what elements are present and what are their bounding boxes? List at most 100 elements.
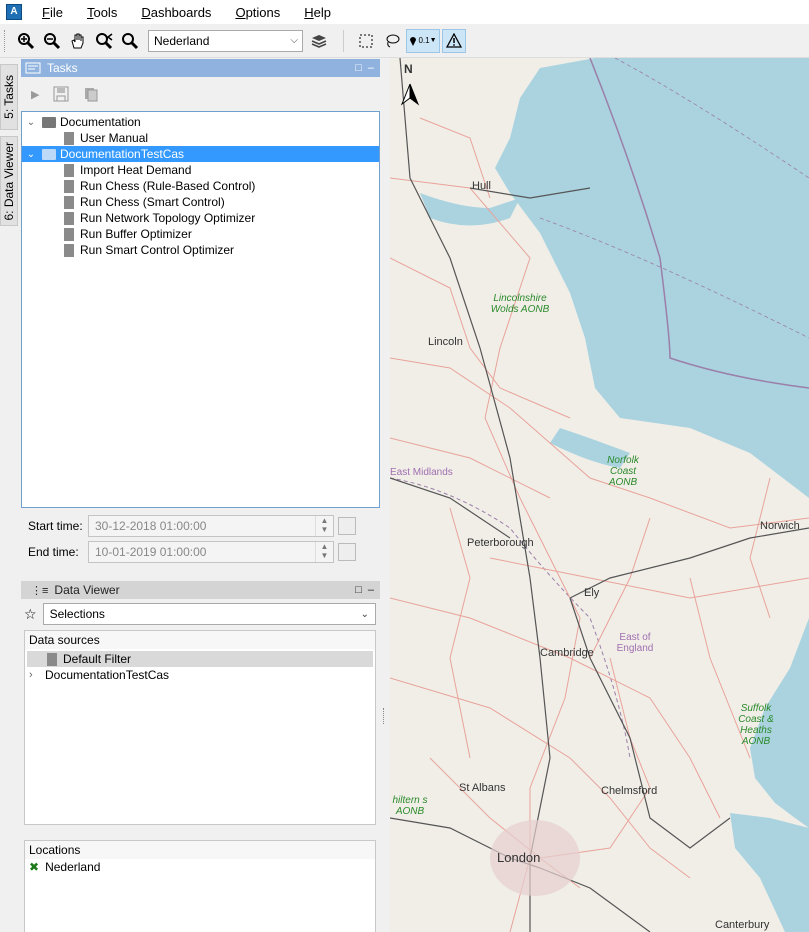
tree-row-task[interactable]: Import Heat Demand bbox=[22, 162, 379, 178]
end-time-value: 10-01-2019 01:00:00 bbox=[95, 545, 207, 559]
data-viewer-header: ⋮≡ Data Viewer □ – bbox=[21, 581, 380, 599]
selection-dropdown[interactable]: Selections ⌄ bbox=[42, 603, 376, 625]
chevron-right-icon[interactable]: › bbox=[29, 669, 45, 681]
panel-splitter[interactable] bbox=[380, 58, 390, 932]
pin-scale-button[interactable]: 0.1 ▼ bbox=[406, 28, 440, 53]
data-source-default-filter[interactable]: Default Filter bbox=[27, 651, 373, 667]
zoom-in-icon[interactable] bbox=[14, 29, 38, 53]
data-source-label: Default Filter bbox=[63, 652, 132, 666]
map-label-cambridge: Cambridge bbox=[540, 647, 594, 659]
maximize-icon[interactable]: □ bbox=[355, 584, 362, 596]
map-label-east-of-england: East of England bbox=[616, 632, 654, 654]
tree-label: Run Network Topology Optimizer bbox=[80, 211, 256, 225]
copy-icon[interactable] bbox=[83, 86, 99, 102]
tasks-toolbar: ▶ bbox=[21, 79, 380, 109]
document-icon bbox=[64, 179, 74, 193]
locations-title: Locations bbox=[25, 841, 375, 859]
zoom-next-icon[interactable] bbox=[118, 29, 142, 53]
folder-icon bbox=[42, 148, 56, 160]
start-time-field[interactable]: 30-12-2018 01:00:00 ▲ ▼ bbox=[88, 515, 334, 537]
tree-row-task[interactable]: Run Smart Control Optimizer bbox=[22, 242, 379, 258]
folder-icon bbox=[42, 116, 56, 128]
map-label-lincolnshire-wolds: Lincolnshire Wolds AONB bbox=[490, 293, 550, 315]
chevron-down-icon[interactable]: ⌄ bbox=[26, 117, 36, 128]
tree-row-task[interactable]: Run Buffer Optimizer bbox=[22, 226, 379, 242]
tree-label: Run Chess (Rule-Based Control) bbox=[80, 179, 256, 193]
locations-box: Locations ✖ Nederland bbox=[24, 840, 376, 932]
map-label-ely: Ely bbox=[584, 587, 600, 599]
lasso-select-icon[interactable] bbox=[380, 29, 404, 53]
end-time-spinner[interactable]: ▲ ▼ bbox=[315, 542, 333, 562]
tree-row-task[interactable]: Run Network Topology Optimizer bbox=[22, 210, 379, 226]
tree-row-documentation[interactable]: ⌄ Documentation bbox=[22, 114, 379, 130]
start-time-spinner[interactable]: ▲ ▼ bbox=[315, 516, 333, 536]
menu-dashboards[interactable]: Dashboards bbox=[129, 5, 223, 20]
calendar-icon[interactable] bbox=[338, 543, 356, 561]
north-arrow-icon bbox=[400, 83, 420, 106]
data-sources-box: Data sources Default Filter › Documentat… bbox=[24, 630, 376, 825]
pan-hand-icon[interactable] bbox=[66, 29, 90, 53]
zoom-previous-icon[interactable] bbox=[92, 29, 116, 53]
document-icon bbox=[64, 131, 74, 145]
location-label: Nederland bbox=[45, 860, 101, 874]
menu-help[interactable]: Help bbox=[292, 5, 343, 20]
data-viewer-icon: ⋮≡ bbox=[31, 584, 49, 597]
data-viewer-title: Data Viewer bbox=[54, 583, 120, 597]
run-icon[interactable]: ▶ bbox=[31, 88, 39, 101]
pointer-star-icon[interactable]: ☆ bbox=[24, 606, 37, 623]
maximize-icon[interactable]: □ bbox=[355, 62, 362, 74]
data-sources-title: Data sources bbox=[25, 631, 375, 649]
calendar-icon[interactable] bbox=[338, 517, 356, 535]
tasks-panel-header: Tasks □ – bbox=[21, 59, 380, 77]
chevron-down-icon[interactable]: ⌄ bbox=[26, 149, 36, 160]
start-time-label: Start time: bbox=[28, 519, 83, 533]
tab-tasks-label: 5: Tasks bbox=[2, 75, 16, 119]
tab-data-viewer[interactable]: 6: Data Viewer bbox=[0, 136, 18, 226]
map-view[interactable]: N Hull Lincolnshire Wolds AONB Lincoln E… bbox=[390, 58, 809, 932]
save-icon[interactable] bbox=[53, 86, 69, 102]
zoom-out-icon[interactable] bbox=[40, 29, 64, 53]
tree-row-task[interactable]: Run Chess (Smart Control) bbox=[22, 194, 379, 210]
end-time-label: End time: bbox=[28, 545, 79, 559]
menu-tools[interactable]: Tools bbox=[75, 5, 129, 20]
tree-label: Import Heat Demand bbox=[80, 163, 192, 177]
map-canvas bbox=[390, 58, 809, 932]
toolbar-grip[interactable] bbox=[4, 29, 8, 52]
tree-row-task[interactable]: Run Chess (Rule-Based Control) bbox=[22, 178, 379, 194]
end-time-field[interactable]: 10-01-2019 01:00:00 ▲ ▼ bbox=[88, 541, 334, 563]
menu-options[interactable]: Options bbox=[223, 5, 292, 20]
warning-icon[interactable] bbox=[442, 28, 466, 53]
tree-row-user-manual[interactable]: User Manual bbox=[22, 130, 379, 146]
map-label-peterborough: Peterborough bbox=[467, 537, 534, 549]
tree-label: DocumentationTestCas bbox=[60, 147, 185, 161]
north-label: N bbox=[404, 62, 413, 76]
document-icon bbox=[47, 652, 57, 666]
region-select[interactable]: Nederland ⌵ bbox=[148, 29, 303, 52]
selection-value: Selections bbox=[49, 607, 105, 621]
minimize-icon[interactable]: – bbox=[368, 62, 374, 74]
pin-icon bbox=[410, 36, 417, 46]
location-item[interactable]: ✖ Nederland bbox=[25, 859, 375, 875]
tab-data-viewer-label: 6: Data Viewer bbox=[2, 141, 16, 221]
chevron-down-icon: ⌄ bbox=[360, 608, 369, 620]
start-time-row: Start time: 30-12-2018 01:00:00 ▲ ▼ bbox=[28, 515, 356, 537]
minimize-icon[interactable]: – bbox=[368, 584, 374, 596]
layers-icon[interactable] bbox=[307, 29, 331, 53]
main-toolbar: Nederland ⌵ 0.1 ▼ bbox=[0, 24, 809, 58]
tab-tasks[interactable]: 5: Tasks bbox=[0, 64, 18, 130]
data-source-documentationtestcas[interactable]: › DocumentationTestCas bbox=[25, 667, 375, 683]
map-label-chelmsford: Chelmsford bbox=[601, 785, 658, 797]
chevron-down-icon: ⌵ bbox=[290, 35, 298, 46]
start-time-value: 30-12-2018 01:00:00 bbox=[95, 519, 207, 533]
tree-label: Run Smart Control Optimizer bbox=[80, 243, 235, 257]
document-icon bbox=[64, 243, 74, 257]
rectangle-select-icon[interactable] bbox=[354, 29, 378, 53]
data-source-label: DocumentationTestCas bbox=[45, 668, 170, 682]
menu-file[interactable]: File bbox=[30, 5, 75, 20]
tree-label: Documentation bbox=[60, 115, 141, 129]
app-logo-icon: A bbox=[6, 4, 22, 20]
tree-row-documentationtestcas[interactable]: ⌄ DocumentationTestCas bbox=[22, 146, 379, 162]
region-select-value: Nederland bbox=[154, 33, 210, 48]
end-time-row: End time: 10-01-2019 01:00:00 ▲ ▼ bbox=[28, 541, 356, 563]
caret-down-icon: ▼ bbox=[429, 37, 437, 44]
